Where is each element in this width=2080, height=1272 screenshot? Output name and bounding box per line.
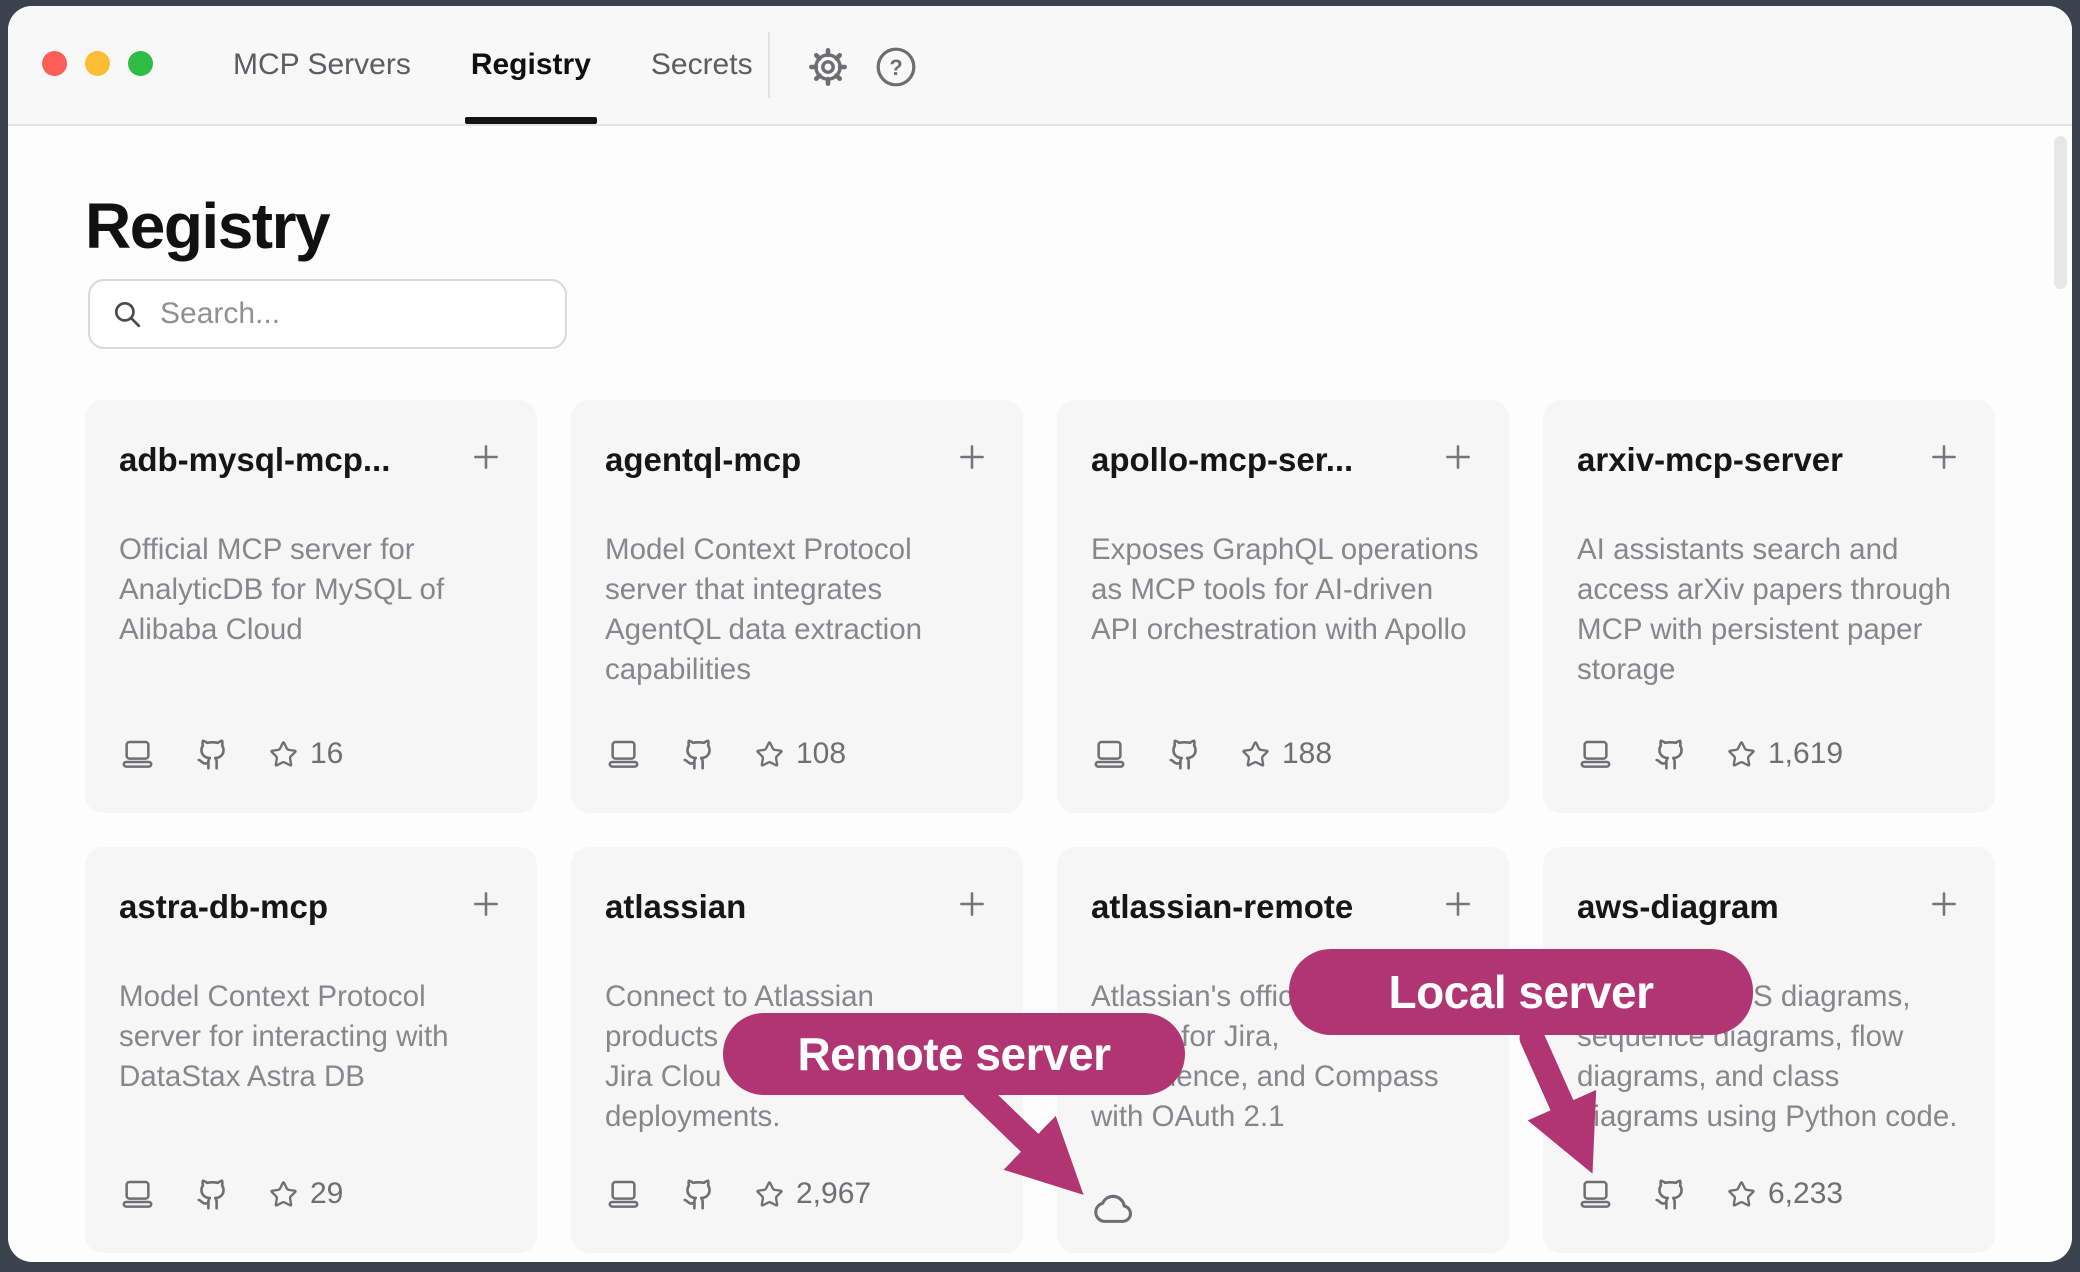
server-description: Model Context Protocolserver that integr…: [605, 530, 989, 690]
search-box[interactable]: [88, 279, 567, 349]
plus-icon: [469, 887, 503, 921]
server-card-adb-mysql[interactable]: adb-mysql-mcp... Official MCP server for…: [85, 400, 537, 813]
laptop-icon: [605, 1178, 642, 1210]
server-card-arxiv[interactable]: arxiv-mcp-server AI assistants search an…: [1543, 400, 1995, 813]
star-icon: [755, 1180, 784, 1209]
search-input[interactable]: [158, 296, 532, 332]
close-button[interactable]: [42, 51, 67, 76]
github-icon: [1654, 738, 1687, 771]
laptop-icon: [119, 1178, 156, 1210]
server-meta: 188: [1091, 737, 1332, 771]
scrollbar-thumb[interactable]: [2054, 136, 2067, 289]
tab-secrets[interactable]: Secrets: [651, 6, 753, 124]
server-meta: 108: [605, 737, 846, 771]
add-server-button[interactable]: [1441, 440, 1475, 477]
github-icon: [196, 1178, 229, 1211]
plus-icon: [1441, 887, 1475, 921]
server-meta: 2,967: [605, 1177, 871, 1211]
star-count: 1,619: [1768, 737, 1843, 771]
plus-icon: [955, 887, 989, 921]
plus-icon: [955, 440, 989, 474]
github-icon: [682, 1178, 715, 1211]
server-meta: 1,619: [1577, 737, 1843, 771]
add-server-button[interactable]: [955, 887, 989, 924]
star-count: 16: [310, 737, 343, 771]
add-server-button[interactable]: [1927, 440, 1961, 477]
server-card-apollo[interactable]: apollo-mcp-ser... Exposes GraphQL operat…: [1057, 400, 1509, 813]
add-server-button[interactable]: [469, 440, 503, 477]
toolbar-divider: [768, 32, 770, 98]
tab-registry[interactable]: Registry: [471, 6, 591, 124]
zoom-button[interactable]: [128, 51, 153, 76]
plus-icon: [1927, 440, 1961, 474]
server-name: apollo-mcp-ser...: [1091, 438, 1353, 482]
github-icon: [1168, 738, 1201, 771]
server-description: Exposes GraphQL operationsas MCP tools f…: [1091, 530, 1475, 650]
add-server-button[interactable]: [469, 887, 503, 924]
star-count: 2,967: [796, 1177, 871, 1211]
page-title: Registry: [85, 189, 329, 263]
laptop-icon: [1577, 738, 1614, 770]
minimize-button[interactable]: [85, 51, 110, 76]
gear-icon[interactable]: [805, 44, 851, 90]
github-icon: [682, 738, 715, 771]
laptop-icon: [1091, 738, 1128, 770]
remote-server-arrow: [930, 1078, 1130, 1228]
star-icon: [1727, 740, 1756, 769]
local-server-arrow: [1462, 1030, 1642, 1200]
plus-icon: [1441, 440, 1475, 474]
server-meta: 29: [119, 1177, 343, 1211]
title-bar: MCP Servers Registry Secrets ?: [8, 6, 2072, 126]
server-name: agentql-mcp: [605, 438, 801, 482]
add-server-button[interactable]: [955, 440, 989, 477]
star-count: 108: [796, 737, 846, 771]
search-icon: [112, 299, 142, 329]
server-description: Official MCP server forAnalyticDB for My…: [119, 530, 503, 650]
star-icon: [755, 740, 784, 769]
plus-icon: [1927, 887, 1961, 921]
server-name: aws-diagram: [1577, 885, 1779, 929]
star-count: 6,233: [1768, 1177, 1843, 1211]
server-name: atlassian: [605, 885, 746, 929]
star-icon: [269, 740, 298, 769]
star-icon: [1727, 1180, 1756, 1209]
tab-mcp-servers[interactable]: MCP Servers: [233, 6, 411, 124]
local-server-callout: Local server: [1289, 949, 1753, 1035]
star-icon: [269, 1180, 298, 1209]
server-name: adb-mysql-mcp...: [119, 438, 390, 482]
screen: MCP Servers Registry Secrets ?: [0, 0, 2080, 1272]
star-icon: [1241, 740, 1270, 769]
laptop-icon: [119, 738, 156, 770]
laptop-icon: [605, 738, 642, 770]
add-server-button[interactable]: [1927, 887, 1961, 924]
server-description: AI assistants search andaccess arXiv pap…: [1577, 530, 1961, 690]
server-description: Model Context Protocolserver for interac…: [119, 977, 503, 1097]
help-icon[interactable]: ?: [873, 44, 919, 90]
server-name: arxiv-mcp-server: [1577, 438, 1843, 482]
tab-bar: MCP Servers Registry Secrets: [233, 6, 753, 124]
svg-text:?: ?: [889, 55, 902, 80]
server-meta: 16: [119, 737, 343, 771]
star-count: 29: [310, 1177, 343, 1211]
server-card-astra-db[interactable]: astra-db-mcp Model Context Protocolserve…: [85, 847, 537, 1253]
server-card-agentql[interactable]: agentql-mcp Model Context Protocolserver…: [571, 400, 1023, 813]
plus-icon: [469, 440, 503, 474]
server-name: atlassian-remote: [1091, 885, 1353, 929]
server-name: astra-db-mcp: [119, 885, 328, 929]
add-server-button[interactable]: [1441, 887, 1475, 924]
github-icon: [1654, 1178, 1687, 1211]
star-count: 188: [1282, 737, 1332, 771]
github-icon: [196, 738, 229, 771]
